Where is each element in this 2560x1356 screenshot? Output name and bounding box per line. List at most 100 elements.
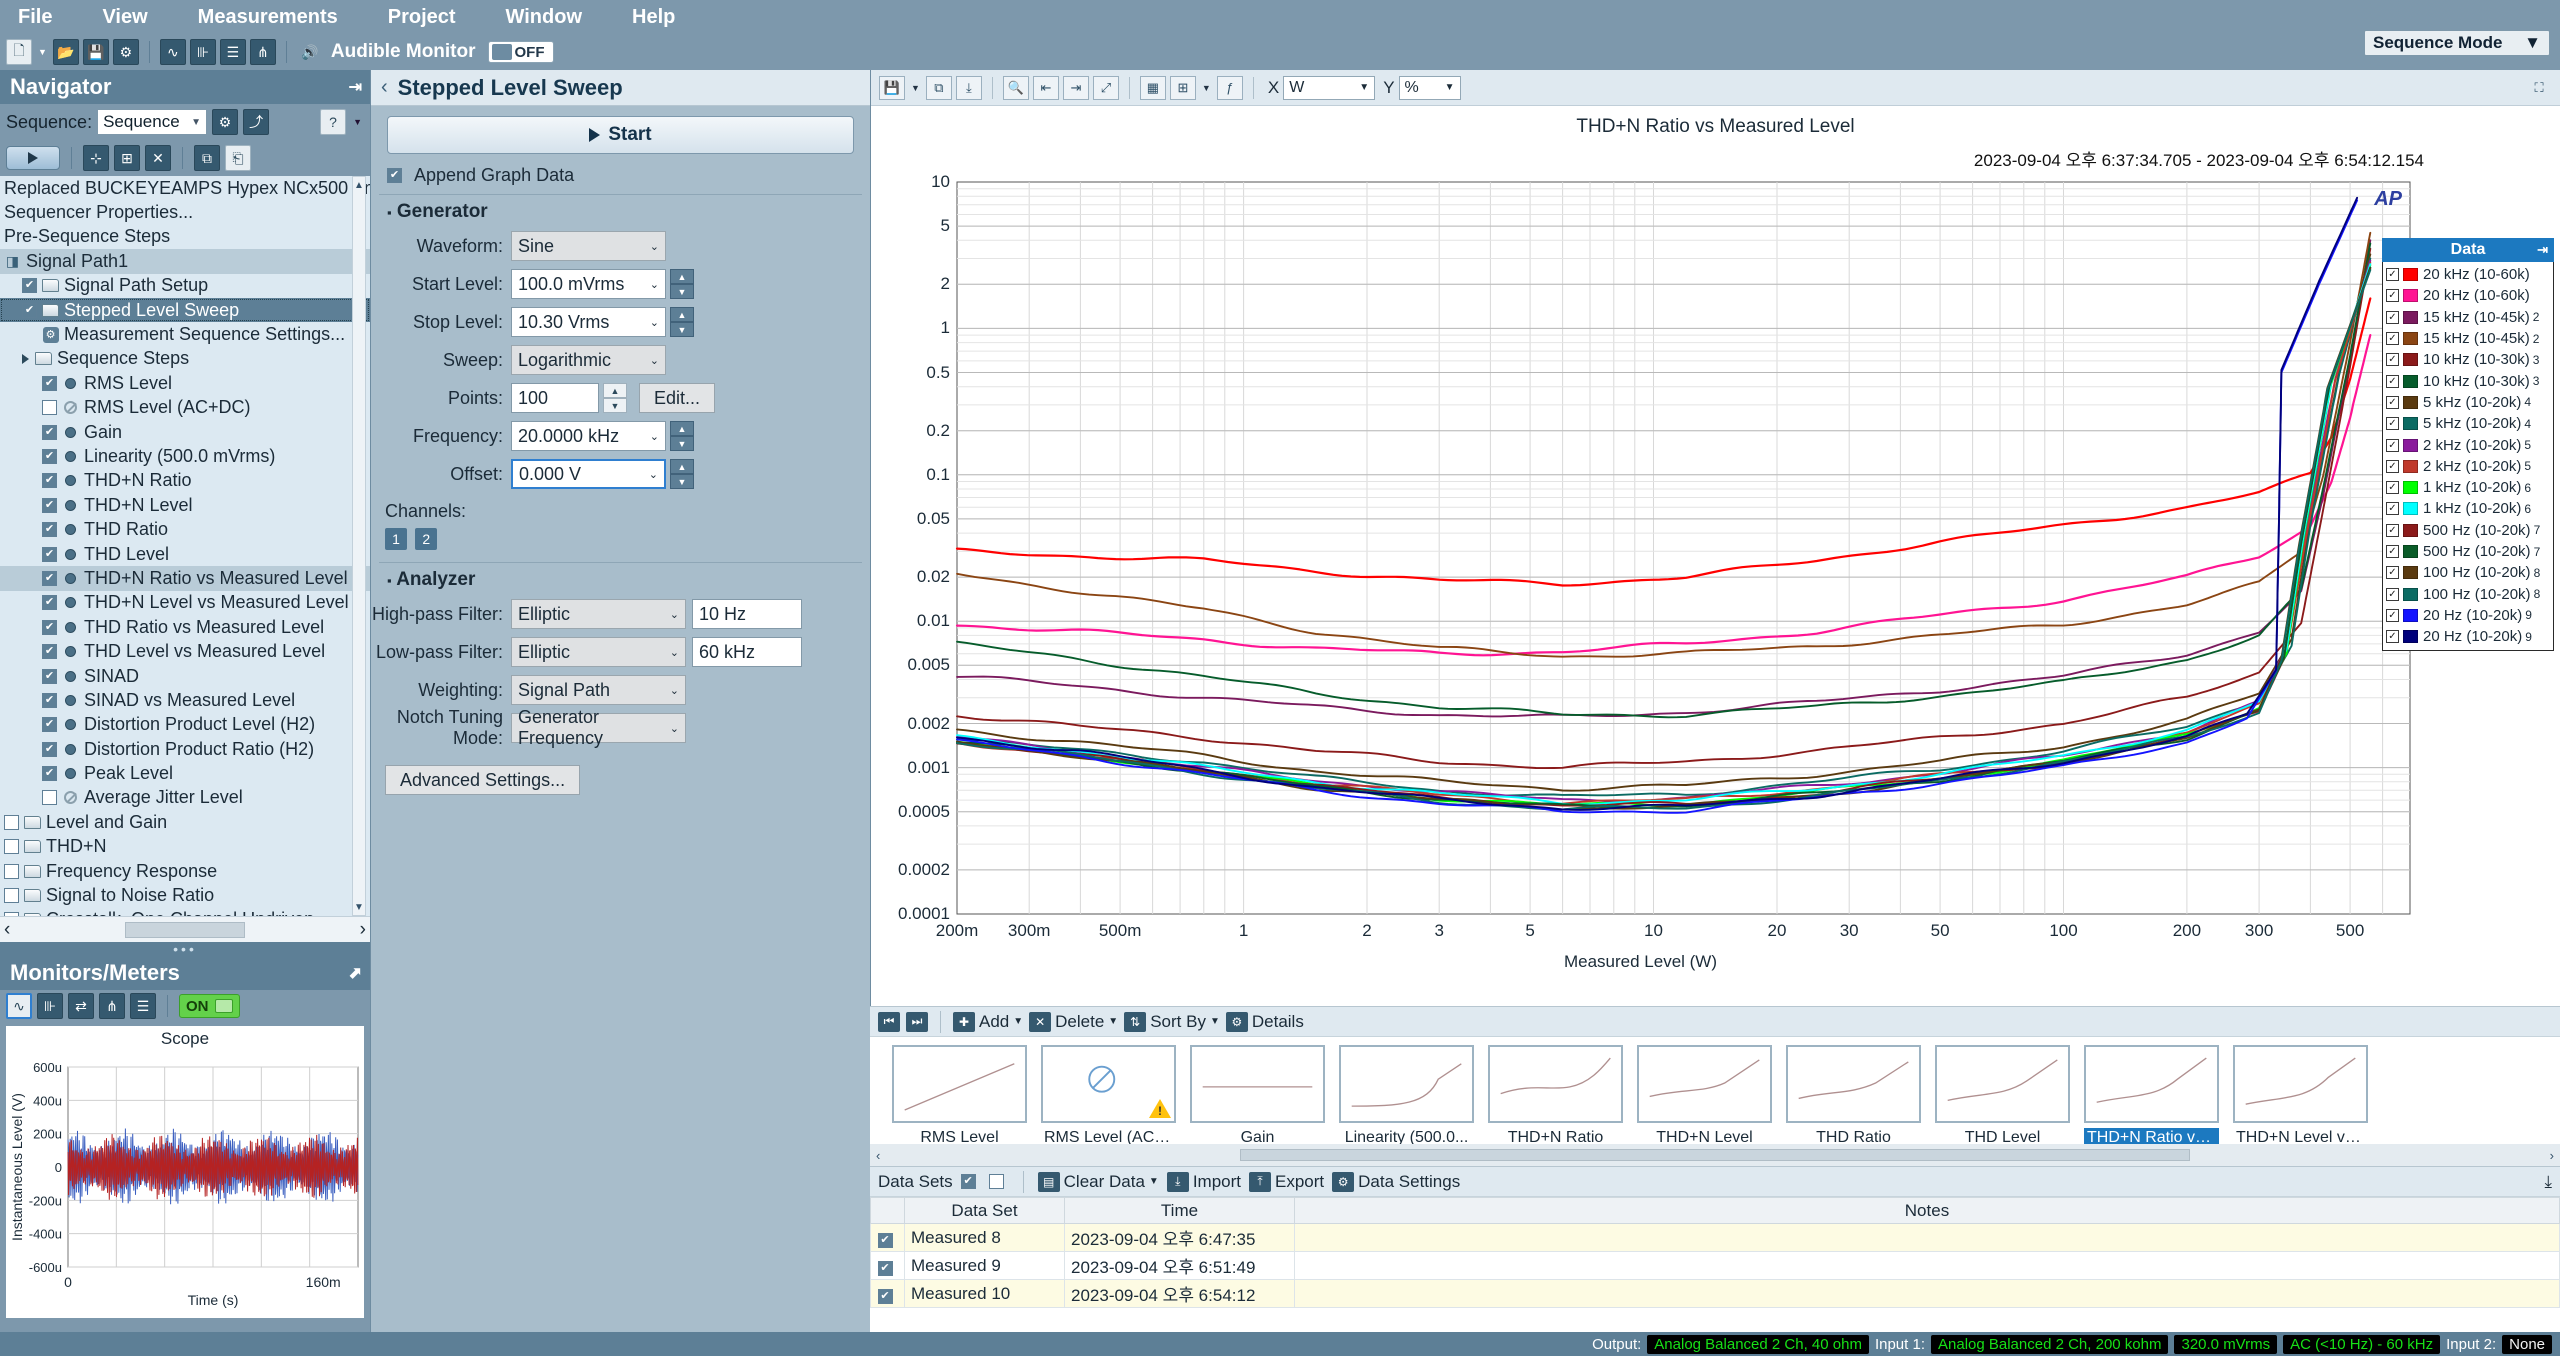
legend-item[interactable]: ✓ 20 Hz (10-20k) 9 [2386,626,2551,647]
maximize-icon[interactable]: ⛶ [2526,76,2552,100]
cursor-icon[interactable]: ⊞ [1169,75,1196,100]
tree-item[interactable]: Gain [0,420,370,444]
table-icon[interactable]: ▦ [1139,75,1166,100]
tree-item[interactable]: Linearity (500.0 mVrms) [0,444,370,468]
tree-item-checkbox[interactable] [42,424,57,440]
row-checkbox[interactable] [877,1260,893,1276]
legend-checkbox[interactable]: ✓ [2386,608,2399,622]
add-signal-path-icon[interactable]: ⊹ [83,145,109,171]
scroll-right-icon[interactable]: › [2550,1148,2554,1163]
thumb-scroll-thumb[interactable] [1240,1149,2190,1161]
tree-item-checkbox[interactable] [42,644,57,660]
chevron-down-icon[interactable]: ▼ [911,83,920,93]
data-settings-button[interactable]: ⚙ Data Settings [1332,1171,1460,1192]
tree-item[interactable]: THD+N Ratio vs Measured Level [0,566,370,591]
measurement-thumbnail[interactable]: THD Level [1935,1045,2070,1148]
legend-checkbox[interactable]: ✓ [2386,459,2399,473]
popout-icon[interactable]: ⬈ [349,963,362,983]
table-row[interactable]: Measured 92023-09-04 오후 6:51:49 [870,1251,2560,1280]
chevron-down-icon[interactable]: ▼ [38,47,47,57]
edit-button[interactable]: Edit... [639,383,716,413]
field-extra-input[interactable]: 60 kHz [692,637,802,667]
open-project-icon[interactable]: 📂 [52,39,79,65]
settings-icon[interactable]: ⚙ [112,39,139,65]
tree-item[interactable]: SINAD vs Measured Level [0,688,370,712]
start-button[interactable]: Start [387,116,854,154]
tree-item[interactable]: Sequence Steps [0,347,370,371]
advanced-settings-button[interactable]: Advanced Settings... [385,765,581,795]
legend-checkbox[interactable]: ✓ [2386,374,2399,388]
legend-checkbox[interactable]: ✓ [2386,481,2399,495]
legend-item[interactable]: ✓ 20 Hz (10-20k) 9 [2386,605,2551,626]
tree-item-checkbox[interactable] [42,522,57,538]
tree-item-checkbox[interactable] [42,717,57,733]
measurement-thumbnail[interactable]: THD+N Level [1637,1045,1772,1148]
legend-item[interactable]: ✓ 2 kHz (10-20k) 5 [2386,456,2551,477]
thumbnail-preview[interactable] [1786,1045,1921,1123]
tree-item-checkbox[interactable] [42,497,57,513]
table-column-header[interactable]: Time [1064,1197,1295,1224]
transfer-icon[interactable]: ⇄ [68,993,94,1019]
tree-item[interactable]: THD Ratio vs Measured Level [0,615,370,639]
tree-item[interactable]: Replaced BUCKEYEAMPS Hypex NCx500 Amplif [0,176,370,200]
measurement-thumbnail[interactable]: Gain [1190,1045,1325,1148]
tree-item[interactable]: THD Level vs Measured Level [0,639,370,663]
tree-item[interactable]: THD Ratio [0,517,370,541]
tree-item[interactable]: RMS Level [0,371,370,395]
tree-item-checkbox[interactable] [4,814,19,830]
tree-item-checkbox[interactable] [42,448,57,464]
tree-item-checkbox[interactable] [42,790,57,806]
tree-item[interactable]: THD+N Level [0,493,370,517]
row-checkbox[interactable] [877,1232,893,1248]
tree-item-checkbox[interactable] [42,619,57,635]
thumbnail-preview[interactable] [1935,1045,2070,1123]
audible-monitor-toggle[interactable]: OFF [487,41,554,63]
row-checkbox-cell[interactable] [870,1279,905,1308]
copy-icon[interactable]: ⧉ [194,145,220,171]
tree-scrollbar[interactable]: ▲ ▼ [352,176,366,916]
export-icon[interactable]: ⤓ [955,75,982,100]
legend-checkbox[interactable]: ✓ [2386,417,2399,431]
chevron-down-icon[interactable]: ▼ [1202,83,1211,93]
legend-item[interactable]: ✓ 20 kHz (10-60k) [2386,285,2551,306]
tree-item[interactable]: ◨ Signal Path1 [0,249,370,274]
legend-item[interactable]: ✓ 5 kHz (10-20k) 4 [2386,413,2551,434]
table-row[interactable]: Measured 82023-09-04 오후 6:47:35 [870,1223,2560,1252]
chart-plot-area[interactable]: AP 10 5 2 1 0.5 0.2 0.1 0.05 0.02 0.01 0.005 0.002 0… [898,172,2411,940]
zoom-icon[interactable]: 🔍 [1002,75,1029,100]
export-button[interactable]: ⤒ Export [1249,1171,1324,1192]
tree-item-checkbox[interactable] [42,546,57,562]
menu-view[interactable]: View [96,4,153,31]
delete-icon[interactable]: ✕ [145,145,171,171]
tree-item[interactable]: THD+N Ratio [0,469,370,493]
tree-item-checkbox[interactable] [42,766,57,782]
field-dropdown[interactable]: Generator Frequency ⌄ [511,707,686,748]
scroll-right-icon[interactable]: › [360,919,366,941]
field-combo[interactable]: 20.0000 kHz ⌄ [511,421,666,451]
menu-measurements[interactable]: Measurements [192,4,344,31]
legend-checkbox[interactable]: ✓ [2386,438,2399,452]
table-column-header[interactable]: Notes [1294,1197,2560,1224]
scroll-left-icon[interactable]: ‹ [876,1148,880,1163]
hscroll-thumb[interactable] [125,921,245,938]
field-stepper[interactable]: ▲ ▼ [603,383,627,413]
fit-y-icon[interactable]: ⇥ [1062,75,1089,100]
waveform-icon[interactable]: ⋔ [99,993,125,1019]
thumbnail-preview[interactable] [1637,1045,1772,1123]
select-all-checkbox[interactable] [960,1174,976,1189]
tree-item[interactable]: Peak Level [0,761,370,785]
row-notes[interactable] [1294,1223,2560,1252]
thumbnail-preview[interactable] [1190,1045,1325,1123]
save-graph-icon[interactable]: 💾 [879,75,905,100]
tree-item-checkbox[interactable] [22,302,37,318]
channel-1-button[interactable]: 1 [385,528,407,550]
field-dropdown[interactable]: Logarithmic ⌄ [511,345,666,375]
y-unit-dropdown[interactable]: % ▼ [1398,75,1461,100]
monitor-on-toggle[interactable]: ON [179,994,240,1018]
tree-item[interactable]: SINAD [0,664,370,688]
tree-hscrollbar[interactable]: ‹ › [0,916,370,942]
row-checkbox-cell[interactable] [870,1251,905,1280]
measurement-thumbnail[interactable]: RMS Level [892,1045,1027,1148]
function-icon[interactable]: ƒ [1216,75,1243,100]
row-notes[interactable] [1294,1279,2560,1308]
